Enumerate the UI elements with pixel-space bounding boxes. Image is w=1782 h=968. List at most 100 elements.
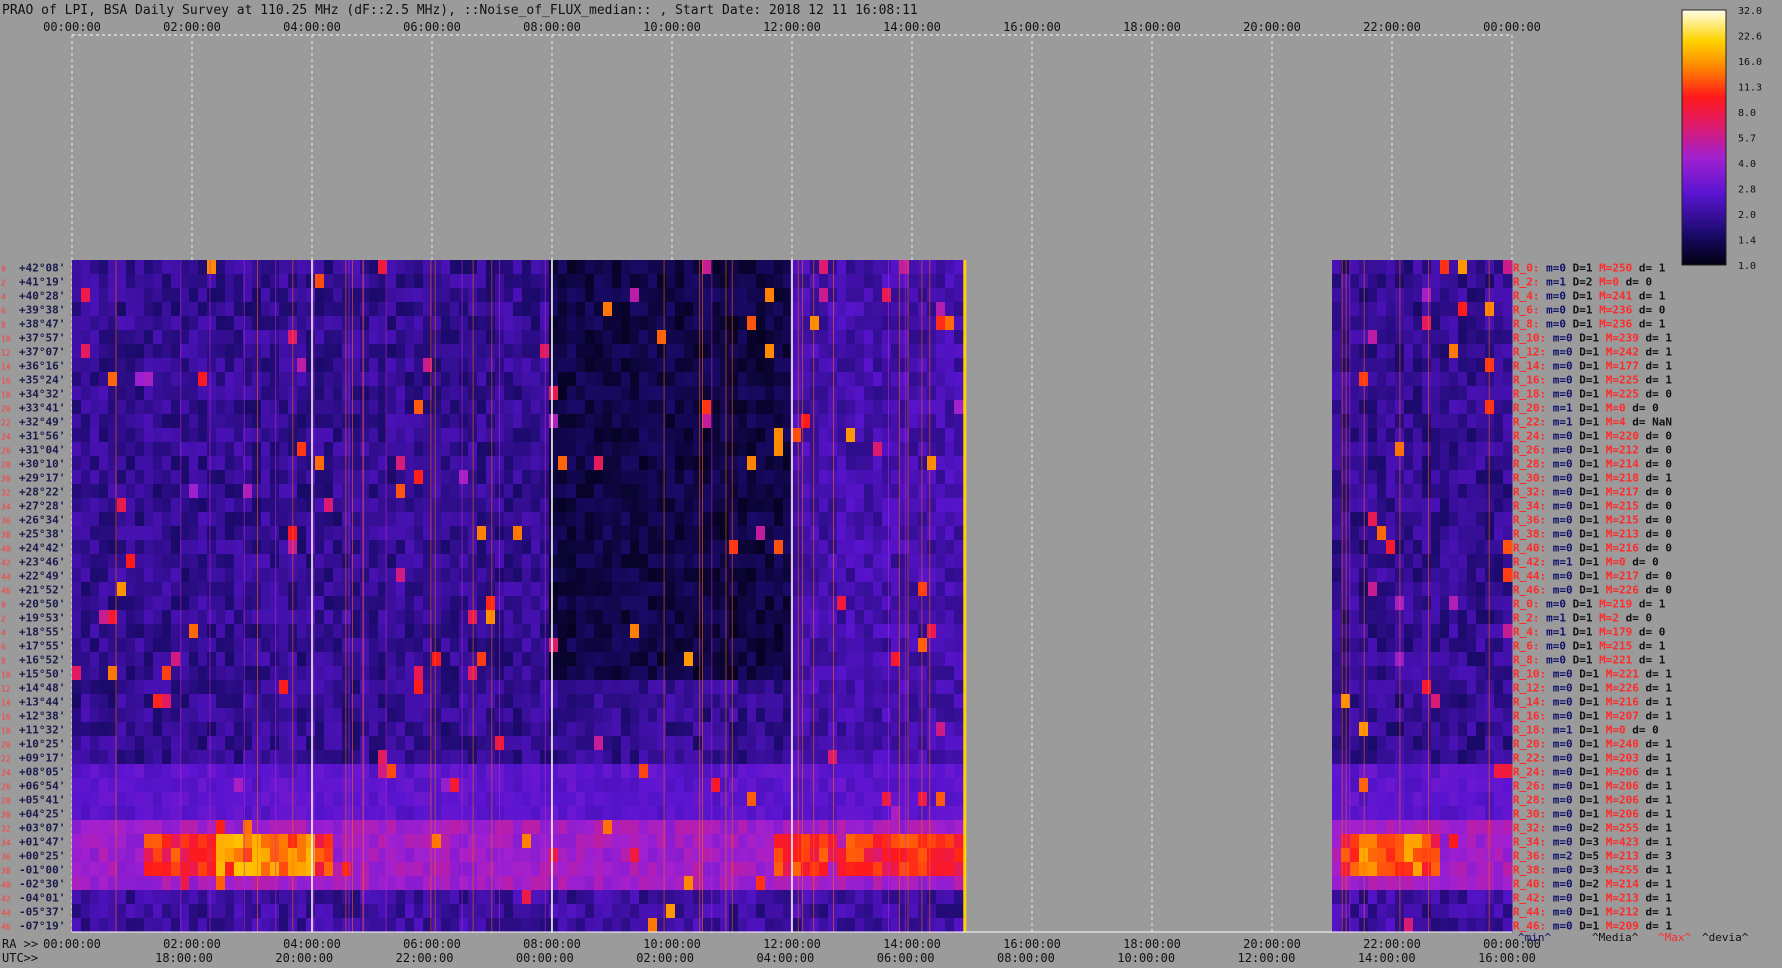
heatmap-cell: [738, 820, 748, 835]
heatmap-cell: [945, 414, 955, 429]
heatmap-cell: [522, 848, 532, 863]
heatmap-cell: [324, 512, 334, 527]
heatmap-cell: [180, 610, 190, 625]
heatmap-cell: [90, 442, 100, 457]
heatmap-cell: [387, 624, 397, 639]
heatmap-cell: [666, 358, 676, 373]
heatmap-cell: [369, 708, 379, 723]
heatmap-cell: [81, 484, 91, 499]
heatmap-cell: [324, 358, 334, 373]
heatmap-cell: [81, 778, 91, 793]
heatmap-cell: [549, 302, 559, 317]
heatmap-cell: [945, 652, 955, 667]
heatmap-cell: [882, 778, 892, 793]
heatmap-cell: [405, 680, 415, 695]
heatmap-cell: [81, 582, 91, 597]
heatmap-cell: [927, 778, 937, 793]
heatmap-cell: [225, 484, 235, 499]
heatmap-cell: [180, 274, 190, 289]
heatmap-cell: [270, 890, 280, 905]
heatmap-cell: [846, 918, 856, 933]
heatmap-cell: [702, 806, 712, 821]
heatmap-cell: [207, 596, 217, 611]
heatmap-cell: [945, 904, 955, 919]
heatmap-cell: [882, 904, 892, 919]
heatmap-cell: [261, 372, 271, 387]
top-tick-label: 00:00:00: [43, 20, 101, 34]
heatmap-cell: [486, 876, 496, 891]
heatmap-cell: [702, 876, 712, 891]
heatmap-cell: [954, 568, 964, 583]
heatmap-cell: [270, 274, 280, 289]
heatmap-cell: [252, 274, 262, 289]
heatmap-cell: [747, 820, 757, 835]
heatmap-cell: [603, 680, 613, 695]
heatmap-cell: [369, 890, 379, 905]
heatmap-cell: [333, 806, 343, 821]
heatmap-cell: [225, 624, 235, 639]
heatmap-cell: [693, 876, 703, 891]
heatmap-cell: [828, 778, 838, 793]
heatmap-cell: [585, 806, 595, 821]
heatmap-cell: [846, 848, 856, 863]
heatmap-cell: [918, 386, 928, 401]
heatmap-cell: [162, 568, 172, 583]
heatmap-cell: [621, 316, 631, 331]
heatmap-cell: [504, 862, 514, 877]
heatmap-cell: [756, 848, 766, 863]
heatmap-cell: [522, 358, 532, 373]
heatmap-cell: [324, 260, 334, 275]
heatmap-cell: [792, 722, 802, 737]
heatmap-cell: [216, 330, 226, 345]
heatmap-cell: [864, 414, 874, 429]
heatmap-cell: [747, 484, 757, 499]
heatmap-cell: [693, 470, 703, 485]
heatmap-cell: [225, 554, 235, 569]
heatmap-cell: [441, 274, 451, 289]
heatmap-cell: [522, 792, 532, 807]
heatmap-cell: [198, 652, 208, 667]
heatmap-cell: [576, 876, 586, 891]
heatmap-cell: [927, 890, 937, 905]
heatmap-cell: [135, 918, 145, 933]
heatmap-cell: [549, 862, 559, 877]
heatmap-cell: [234, 372, 244, 387]
heatmap-cell: [936, 428, 946, 443]
heatmap-cell: [1350, 666, 1360, 681]
heatmap-cell: [126, 764, 136, 779]
heatmap-cell: [630, 302, 640, 317]
heatmap-cell: [567, 890, 577, 905]
heatmap-cell: [1332, 400, 1342, 415]
heatmap-cell: [945, 302, 955, 317]
heatmap-cell: [207, 568, 217, 583]
heatmap-cell: [486, 848, 496, 863]
heatmap-cell: [603, 862, 613, 877]
heatmap-cell: [567, 876, 577, 891]
heatmap-cell: [117, 876, 127, 891]
heatmap-cell: [333, 918, 343, 933]
heatmap-cell: [540, 820, 550, 835]
heatmap-cell: [594, 904, 604, 919]
heatmap-cell: [702, 820, 712, 835]
heatmap-cell: [279, 638, 289, 653]
heatmap-cell: [936, 414, 946, 429]
heatmap-cell: [531, 624, 541, 639]
heatmap-cell: [756, 400, 766, 415]
heatmap-cell: [477, 428, 487, 443]
heatmap-cell: [684, 582, 694, 597]
heatmap-cell: [639, 722, 649, 737]
heatmap-cell: [531, 372, 541, 387]
heatmap-cell: [594, 680, 604, 695]
heatmap-cell: [180, 414, 190, 429]
heatmap-cell: [603, 890, 613, 905]
heatmap-cell: [612, 778, 622, 793]
heatmap-cell: [126, 302, 136, 317]
heatmap-cell: [477, 834, 487, 849]
heatmap-cell: [648, 288, 658, 303]
heatmap-cell: [873, 820, 883, 835]
heatmap-cell: [837, 442, 847, 457]
heatmap-cell: [189, 526, 199, 541]
heatmap-cell: [711, 302, 721, 317]
heatmap-cell: [585, 540, 595, 555]
heatmap-cell: [882, 274, 892, 289]
